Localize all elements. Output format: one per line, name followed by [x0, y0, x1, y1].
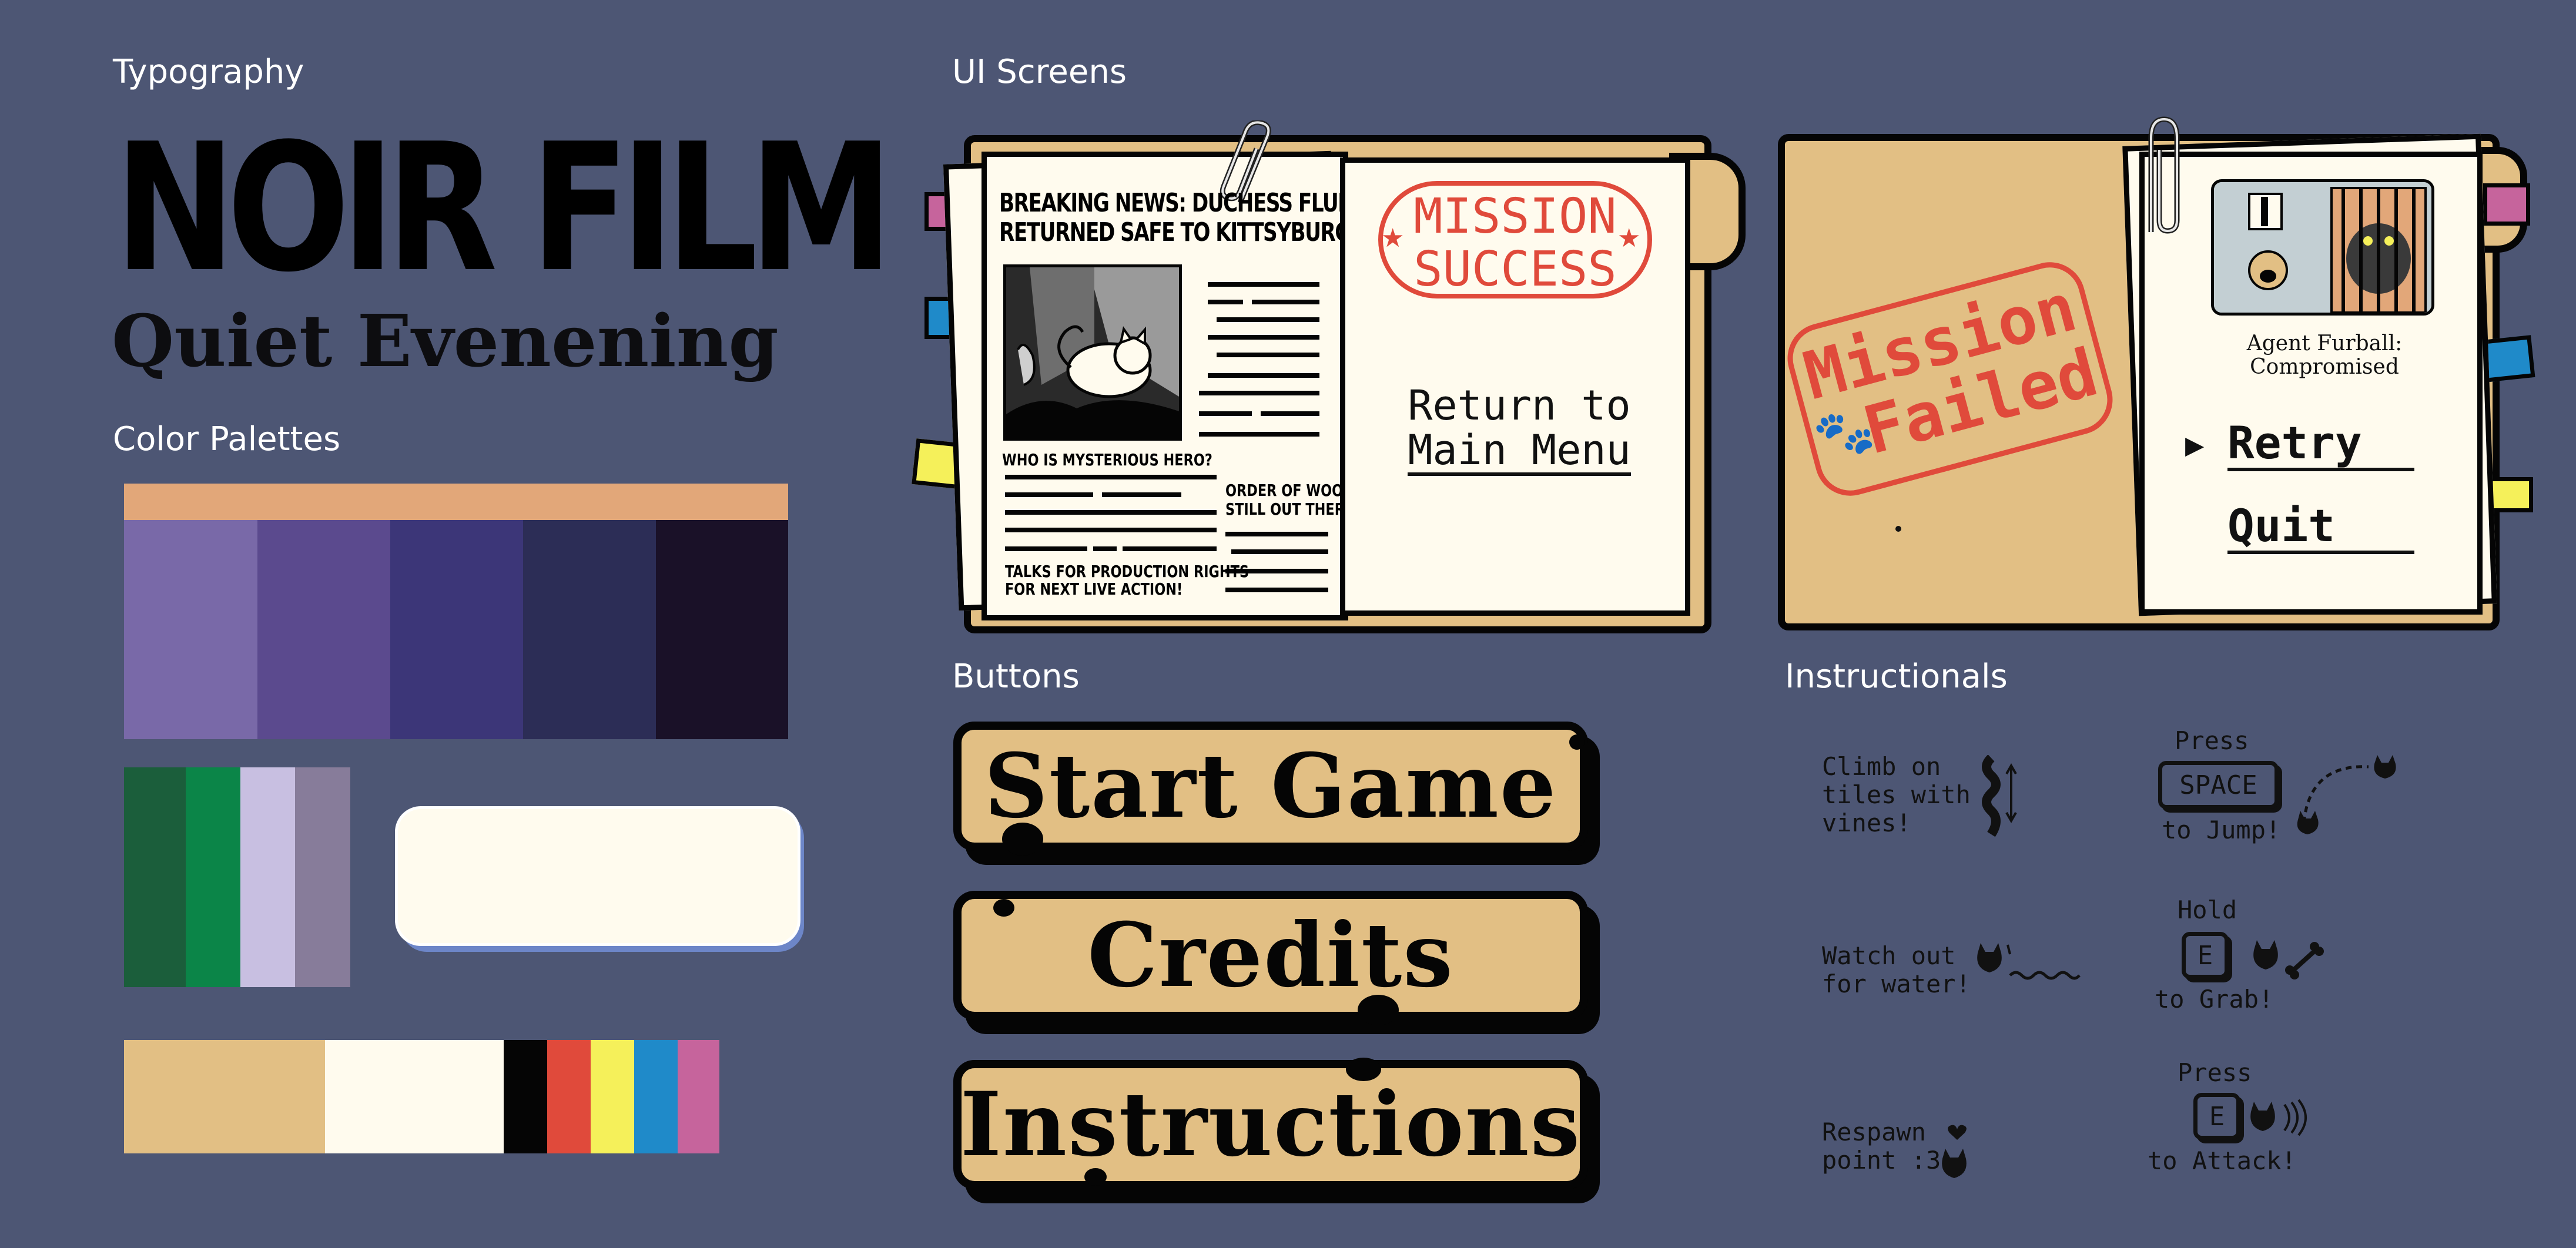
start-game-button[interactable]: Start Game: [953, 722, 1588, 851]
swatch-green: [186, 767, 240, 987]
agent-photo: [2211, 179, 2434, 316]
paperclip-icon: [2148, 116, 2180, 234]
news-sub-mysterious-hero: WHO IS MYSTERIOUS HERO?: [1002, 450, 1212, 469]
agent-status: Agent Furball: Compromised: [2210, 332, 2439, 379]
ink-dot: [1895, 526, 1901, 532]
stamp-line-success: SUCCESS: [1413, 241, 1617, 297]
swatch-lavender: [124, 520, 257, 739]
attack-press: Press: [2178, 1058, 2252, 1087]
instructionals-heading: Instructionals: [1785, 657, 2008, 696]
return-line2: Main Menu: [1408, 428, 1631, 476]
jump-to: to Jump!: [2162, 816, 2281, 844]
swatch-indigo: [390, 520, 523, 739]
typography-heading: Typography: [113, 53, 304, 91]
cat-water-icon: [1977, 943, 2081, 980]
buttons-heading: Buttons: [952, 657, 1080, 696]
swatch-yellow: [591, 1040, 634, 1153]
attack-to: to Attack!: [2148, 1146, 2296, 1175]
respawn-line2: point :3: [1822, 1146, 1941, 1175]
grab-to: to Grab!: [2155, 985, 2274, 1014]
news-headline-line1: BREAKING NEWS: DUCHESS FLUFFY: [999, 188, 1378, 218]
title-font-sample: NOIR FILM: [115, 106, 893, 311]
swatch-cream: [325, 1040, 504, 1153]
vine-climb-icon: [1982, 755, 2017, 837]
cat-jump-icon: [2297, 755, 2396, 834]
color-palettes-heading: Color Palettes: [113, 420, 341, 458]
water-line2: for water!: [1822, 969, 1971, 998]
jump-press: Press: [2175, 726, 2249, 755]
swatch-red: [547, 1040, 591, 1153]
swatch-violet: [257, 520, 390, 739]
news-sub-order-of-woof-1: ORDER OF WOOF: [1225, 481, 1352, 500]
selector-arrow-icon: ▶: [2185, 431, 2205, 459]
swatch-black: [504, 1040, 547, 1153]
climb-line2: tiles with: [1822, 780, 1971, 809]
e-key-icon: E: [2193, 1093, 2240, 1140]
swatch-midnight: [656, 520, 788, 739]
news-headline-line2: RETURNED SAFE TO KITTSYBURGH!: [999, 217, 1376, 247]
heart-cat-icon: [1942, 1125, 1967, 1178]
climb-line1: Climb on: [1822, 752, 1941, 781]
swatch-peach: [124, 484, 788, 520]
body-font-sample: Quiet Evenening: [112, 298, 779, 383]
e-key-icon: E: [2182, 932, 2229, 979]
cat-attack-icon: [2250, 1099, 2307, 1136]
agent-status-text: Compromised: [2250, 355, 2399, 379]
climb-line3: vines!: [1822, 808, 1911, 837]
sticky-tab-pink: [2483, 183, 2530, 226]
quit-button[interactable]: Quit: [2227, 501, 2414, 554]
return-line1: Return to: [1408, 381, 1631, 430]
stamp-line-mission: MISSION: [1413, 189, 1617, 244]
respawn-line1: Respawn: [1822, 1118, 1927, 1146]
star-icon: ★: [1617, 223, 1641, 253]
return-main-menu-link[interactable]: Return to Main Menu: [1408, 383, 1631, 476]
credits-button[interactable]: Credits: [953, 891, 1588, 1020]
space-key-icon: SPACE: [2158, 761, 2279, 809]
news-photo: [1003, 264, 1182, 441]
star-icon: ★: [1381, 223, 1405, 253]
swatch-cream-panel: [395, 806, 800, 946]
agent-name: Agent Furball:: [2246, 331, 2403, 355]
water-line1: Watch out: [1822, 941, 1956, 970]
swatch-dark-green: [124, 767, 186, 987]
cat-grab-icon: [2253, 940, 2324, 979]
swatch-grey-violet: [295, 767, 350, 987]
swatch-pink: [678, 1040, 719, 1153]
retry-button[interactable]: Retry: [2227, 418, 2414, 471]
news-sub-production-rights-1: TALKS FOR PRODUCTION RIGHTS: [1005, 562, 1250, 581]
swatch-navy: [523, 520, 656, 739]
ui-screens-heading: UI Screens: [952, 53, 1127, 91]
mission-success-stamp: MISSION SUCCESS: [1378, 181, 1652, 298]
news-sub-production-rights-2: FOR NEXT LIVE ACTION!: [1005, 579, 1183, 599]
grab-hold: Hold: [2178, 895, 2237, 924]
swatch-blue: [634, 1040, 678, 1153]
swatch-tan: [124, 1040, 325, 1153]
instructions-button[interactable]: Instructions: [953, 1060, 1588, 1189]
swatch-pale-lilac: [240, 767, 295, 987]
